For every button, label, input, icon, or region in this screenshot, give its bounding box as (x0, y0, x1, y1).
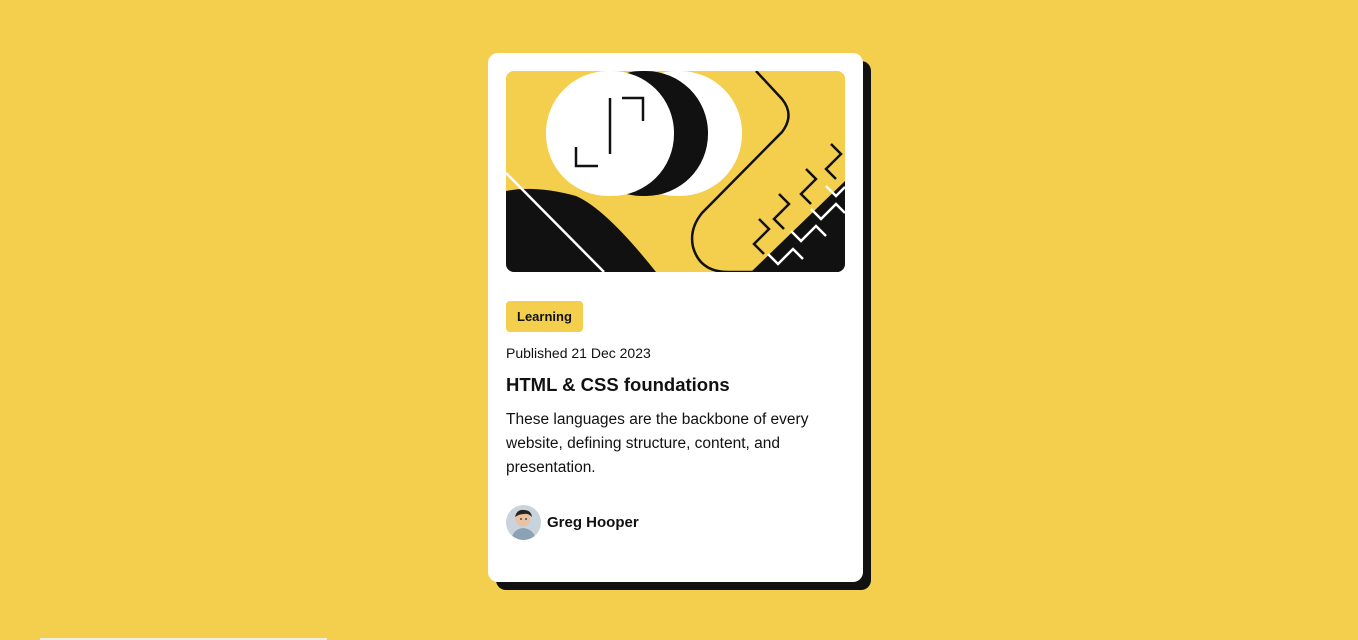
author-name: Greg Hooper (547, 514, 639, 531)
article-title[interactable]: HTML & CSS foundations (506, 373, 730, 397)
published-date: Published 21 Dec 2023 (506, 345, 651, 361)
illustration-article-icon (506, 71, 845, 272)
author[interactable]: Greg Hooper (506, 505, 639, 540)
hero-illustration (506, 71, 845, 272)
avatar (506, 505, 541, 540)
category-tag: Learning (506, 301, 583, 332)
blog-preview-card: Learning Published 21 Dec 2023 HTML & CS… (488, 53, 863, 582)
article-description: These languages are the backbone of ever… (506, 411, 809, 476)
